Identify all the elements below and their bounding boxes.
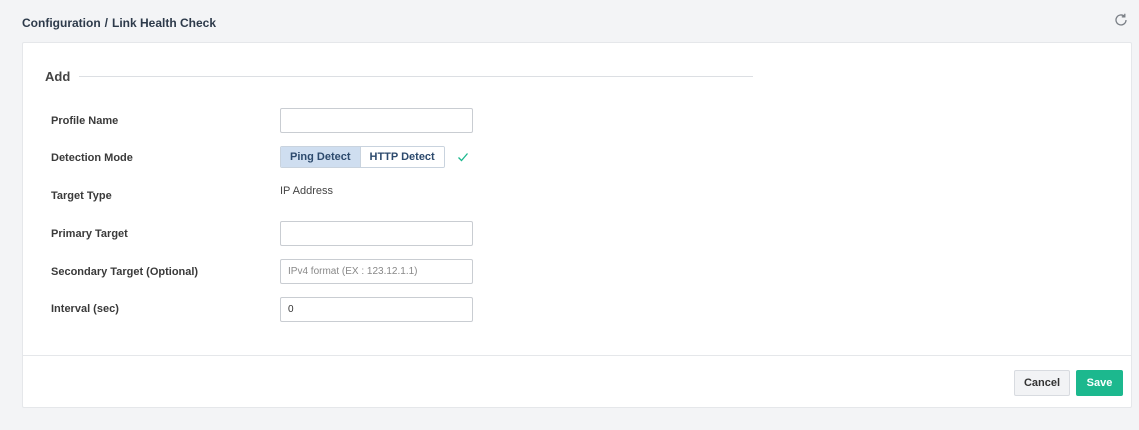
detection-mode-toggle: Ping Detect HTTP Detect — [280, 146, 445, 168]
cancel-button[interactable]: Cancel — [1014, 370, 1070, 396]
ping-detect-button[interactable]: Ping Detect — [281, 147, 360, 167]
interval-input[interactable] — [280, 297, 473, 322]
footer-divider — [23, 355, 1131, 356]
breadcrumb-section[interactable]: Configuration — [22, 16, 101, 30]
secondary-target-input[interactable] — [280, 259, 473, 284]
target-type-label: Target Type — [51, 190, 112, 202]
profile-name-input[interactable] — [280, 108, 473, 133]
breadcrumb-page: Link Health Check — [112, 16, 217, 30]
checkmark-icon — [458, 153, 468, 162]
profile-name-label: Profile Name — [51, 115, 119, 127]
breadcrumb-separator: / — [104, 16, 108, 30]
detection-mode-label: Detection Mode — [51, 152, 133, 164]
primary-target-label: Primary Target — [51, 228, 128, 240]
form-card: Add Profile Name Detection Mode Ping Det… — [22, 42, 1132, 408]
save-button[interactable]: Save — [1076, 370, 1123, 396]
top-bar: Configuration / Link Health Check — [0, 0, 1139, 42]
primary-target-input[interactable] — [280, 221, 473, 246]
breadcrumb: Configuration / Link Health Check — [22, 16, 216, 30]
secondary-target-label: Secondary Target (Optional) — [51, 266, 199, 278]
legend-divider — [79, 76, 753, 77]
form-legend: Add — [45, 69, 71, 84]
http-detect-button[interactable]: HTTP Detect — [359, 147, 444, 167]
target-type-value: IP Address — [280, 185, 333, 197]
interval-label: Interval (sec) — [51, 303, 119, 315]
refresh-icon[interactable] — [1113, 12, 1129, 28]
